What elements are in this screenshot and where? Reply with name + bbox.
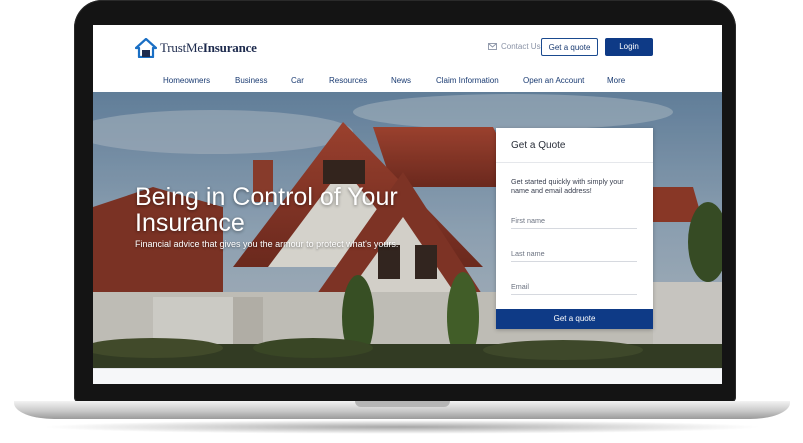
nav-item-homeowners[interactable]: Homeowners xyxy=(163,76,210,85)
first-name-input[interactable] xyxy=(511,212,637,229)
contact-us-label: Contact Us xyxy=(501,42,541,51)
nav-item-resources[interactable]: Resources xyxy=(329,76,367,85)
laptop-shadow xyxy=(40,420,764,434)
last-name-input[interactable] xyxy=(511,245,637,262)
nav-item-car[interactable]: Car xyxy=(291,76,304,85)
brand-name-light: TrustMe xyxy=(160,40,203,55)
page-next-section xyxy=(93,368,722,384)
get-quote-submit-button[interactable]: Get a quote xyxy=(496,309,653,329)
nav-item-open-account[interactable]: Open an Account xyxy=(523,76,584,85)
hero-subtitle: Financial advice that gives you the armo… xyxy=(135,239,399,249)
brand-name: TrustMeInsurance xyxy=(160,40,257,56)
main-nav: Homeowners Business Car Resources News C… xyxy=(93,71,722,91)
quote-form-card: Get a Quote Get started quickly with sim… xyxy=(496,128,653,329)
envelope-icon xyxy=(488,43,497,50)
nav-item-more[interactable]: More xyxy=(607,76,625,85)
quote-form-divider xyxy=(496,162,653,163)
brand-name-bold: Insurance xyxy=(202,40,257,55)
laptop-notch xyxy=(355,401,450,407)
nav-item-news[interactable]: News xyxy=(391,76,411,85)
quote-form-title: Get a Quote xyxy=(511,140,566,151)
get-quote-header-button[interactable]: Get a quote xyxy=(541,38,598,56)
site-logo[interactable]: TrustMeInsurance xyxy=(135,38,257,58)
house-logo-icon xyxy=(135,38,157,58)
contact-us-link[interactable]: Contact Us xyxy=(488,42,541,51)
browser-screen: TrustMeInsurance Contact Us Get a quote … xyxy=(93,25,722,384)
quote-form-intro: Get started quickly with simply your nam… xyxy=(511,177,624,195)
hero-title: Being in Control of Your Insurance xyxy=(135,183,398,237)
email-input[interactable] xyxy=(511,278,637,295)
nav-item-business[interactable]: Business xyxy=(235,76,267,85)
nav-item-claim-information[interactable]: Claim Information xyxy=(436,76,499,85)
login-button[interactable]: Login xyxy=(605,38,653,56)
